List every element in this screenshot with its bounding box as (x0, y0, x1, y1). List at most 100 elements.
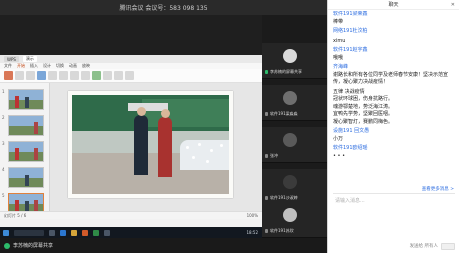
microphone-icon[interactable] (4, 242, 10, 249)
wps-tab-label: 演示 (25, 56, 34, 61)
wps-tab-home[interactable]: WPS (4, 56, 19, 62)
meeting-title-bar: 腾讯会议 会议号：583 098 135 (0, 0, 327, 15)
slide-count: 幻灯片 5 / 6 (4, 212, 27, 218)
participant-panel: 李苏楠的屏幕共享 软件191梁淼淼 张冲 软件191沙淑婷 软件191苏欣 (262, 15, 327, 238)
participant-name: 张冲 (270, 153, 278, 158)
menu-home[interactable]: 开始 (17, 63, 25, 69)
menu-slideshow[interactable]: 放映 (82, 63, 90, 69)
photo-person-right (158, 109, 172, 177)
send-button[interactable] (441, 242, 455, 250)
taskbar-search[interactable] (14, 229, 44, 236)
microphone-muted-icon (265, 154, 268, 158)
slide-thumbnail[interactable]: 1 (2, 89, 49, 110)
slide-number: 5 (2, 193, 5, 198)
taskbar-clock: 18:52 (246, 230, 258, 235)
slide-thumbnail-pane: 1 2 3 4 5 (0, 83, 50, 219)
chat-title: 聊天 (388, 2, 399, 8)
chat-message: 齐海峰 谢路长和所有各位同学及老师春节安康！坚决示范宣传，凝心聚力决战疫情！ (333, 64, 455, 87)
menu-animation[interactable]: 动画 (69, 63, 77, 69)
meeting-title: 腾讯会议 会议号：583 098 135 (119, 5, 208, 12)
participant-name-row: 李苏楠的屏幕共享 (265, 69, 325, 75)
menu-insert[interactable]: 插入 (30, 63, 38, 69)
slide-thumbnail[interactable]: 3 (2, 141, 49, 162)
participant-name-row: 软件191苏欣 (265, 228, 325, 234)
windows-start-icon[interactable] (3, 229, 9, 236)
message-sender: 齐海峰 (333, 64, 349, 70)
copy-icon[interactable] (26, 71, 35, 80)
avatar (283, 208, 297, 222)
chat-input[interactable]: 请输入消息... (333, 193, 455, 235)
slide-number: 2 (2, 115, 5, 120)
app-icon[interactable] (104, 229, 110, 236)
photo-flower-decoration (180, 140, 229, 170)
arrange-icon[interactable] (125, 71, 134, 80)
send-to-selector[interactable]: 发送给 所有人 (410, 243, 438, 249)
picture-icon[interactable] (92, 71, 101, 80)
slide-preview (8, 89, 44, 110)
slide-thumbnail[interactable]: 2 (2, 115, 49, 136)
chat-panel: 聊天 ✕ 软件191梁荣鑫 棒带 网络191杜汶柏 ximu 软件191赵宇鑫 哦哦… (327, 0, 459, 253)
participant-tile[interactable]: 张冲 (262, 127, 327, 163)
photo-person-left (134, 107, 148, 175)
menu-file[interactable]: 文件 (4, 63, 12, 69)
message-text: 小万 (333, 135, 344, 142)
wps-tab-label: WPS (7, 56, 16, 62)
message-text: ximu (333, 37, 346, 44)
wps-tab-document[interactable]: 演示 (22, 56, 37, 62)
message-sender: 软件191赵宇鑫 (333, 47, 368, 53)
zoom-level[interactable]: 100% (247, 213, 258, 218)
message-text: 五律 决战疫情 冠状环球困，伤身抗路行。 魂游鄂楚地，势泛海江涛。 宜鸭先学势，… (333, 88, 394, 125)
participant-name-row: 软件191沙淑婷 (265, 195, 325, 201)
avatar (283, 91, 297, 105)
bold-icon[interactable] (70, 71, 79, 80)
wps-icon[interactable] (82, 229, 88, 236)
slide-number: 1 (2, 89, 5, 94)
message-text: • • • (333, 152, 346, 159)
paste-icon[interactable] (4, 71, 13, 80)
chat-input-placeholder: 请输入消息... (335, 198, 365, 204)
textbox-icon[interactable] (114, 71, 123, 80)
screen-share-label: 李苏楠的屏幕共享 (13, 243, 54, 249)
new-slide-icon[interactable] (37, 71, 46, 80)
folder-icon[interactable] (71, 229, 77, 236)
more-messages-link[interactable]: 查看更多消息 > (422, 186, 454, 192)
chat-message: 设施191 回文愚 小万 (333, 128, 455, 143)
participant-tile[interactable]: 李苏楠的屏幕共享 (262, 43, 327, 79)
close-icon[interactable]: ✕ (451, 2, 455, 8)
participant-name: 软件191苏欣 (270, 228, 294, 233)
menu-design[interactable]: 设计 (43, 63, 51, 69)
layout-icon[interactable] (48, 71, 57, 80)
slide-photo (72, 95, 229, 194)
task-view-icon[interactable] (49, 229, 55, 236)
participant-name: 软件191沙淑婷 (270, 195, 298, 200)
participant-tile[interactable]: 软件191梁淼淼 (262, 85, 327, 121)
font-icon[interactable] (59, 71, 68, 80)
wps-status-bar: 幻灯片 5 / 6 100% (0, 211, 262, 219)
slide-number: 4 (2, 167, 5, 172)
windows-taskbar: 18:52 (0, 227, 262, 238)
slide-thumbnail[interactable]: 4 (2, 167, 49, 188)
slide-number: 3 (2, 141, 5, 146)
participant-tile[interactable]: 软件191沙淑婷 (262, 169, 327, 205)
participant-name-row: 软件191梁淼淼 (265, 111, 325, 117)
chat-message-list[interactable]: 软件191梁荣鑫 棒带 网络191杜汶柏 ximu 软件191赵宇鑫 哦哦 齐海峰谢… (333, 11, 455, 191)
chat-message: 软件191欧绍瑶 • • • (333, 145, 455, 160)
browser-icon[interactable] (60, 229, 66, 236)
message-text: 哦哦 (333, 54, 344, 61)
shape-icon[interactable] (103, 71, 112, 80)
participant-name: 软件191梁淼淼 (270, 111, 298, 116)
participant-tile[interactable]: 软件191苏欣 (262, 202, 327, 238)
meeting-app-icon[interactable] (93, 229, 99, 236)
chat-message: 软件191赵宇鑫 哦哦 (333, 47, 455, 62)
cut-icon[interactable] (15, 71, 24, 80)
chat-message: ximu (333, 38, 455, 46)
italic-icon[interactable] (81, 71, 90, 80)
participant-name: 李苏楠的屏幕共享 (270, 69, 302, 74)
chat-footer: 发送给 所有人 (328, 239, 459, 253)
microphone-muted-icon (265, 229, 268, 233)
chat-message: 网络191杜汶柏 (333, 28, 455, 36)
menu-transition[interactable]: 切换 (56, 63, 64, 69)
slide-canvas[interactable] (68, 91, 233, 198)
microphone-icon (265, 70, 268, 74)
chat-header: 聊天 ✕ (328, 0, 459, 10)
